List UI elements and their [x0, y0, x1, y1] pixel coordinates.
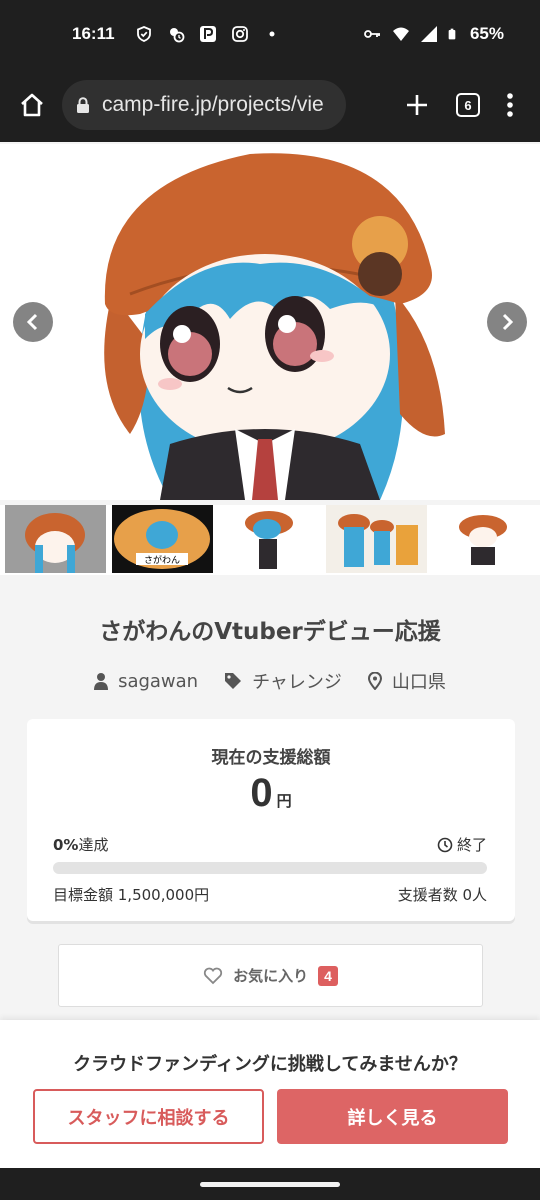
url-text: camp-fire.jp/projects/vie	[102, 93, 324, 116]
clock-icon	[437, 837, 453, 852]
new-tab-icon[interactable]	[404, 92, 430, 118]
thumbnail-5[interactable]	[433, 505, 534, 573]
owner-name: sagawan	[118, 670, 199, 692]
crowdfunding-promo-banner: クラウドファンディングに挑戦してみませんか？ スタッフに相談する 詳しく見る	[0, 1020, 540, 1168]
dot-icon	[269, 31, 275, 37]
funding-progress-bar	[53, 862, 487, 874]
lock-icon	[77, 97, 89, 113]
tab-switcher-button[interactable]: 6	[456, 93, 480, 117]
thumbnail-2[interactable]: さがわん	[112, 505, 213, 573]
more-menu-icon[interactable]	[506, 92, 514, 118]
project-title: さがわんのVtuberデビュー応援	[99, 619, 441, 645]
favorite-label: お気に入り	[233, 967, 309, 985]
wifi-icon	[392, 27, 409, 41]
funding-summary-card: 現在の支援総額 0円 0%達成 終了 目標金額 1,500,000円 支援者数 …	[27, 719, 515, 921]
achievement-percent: 0%	[53, 836, 79, 854]
key-icon	[364, 30, 380, 38]
project-main-image[interactable]	[0, 144, 540, 500]
status-time: 16:11	[72, 24, 115, 43]
home-icon	[21, 93, 43, 117]
achievement-label: 達成	[78, 836, 109, 854]
home-button[interactable]	[12, 85, 52, 125]
svg-text:さがわん: さがわん	[144, 554, 180, 566]
funding-amount: 0円	[27, 771, 515, 816]
project-status: 終了	[437, 834, 487, 855]
thumbnail-3[interactable]	[219, 505, 320, 573]
carousel-prev-button[interactable]	[13, 302, 53, 342]
goal-row: 目標金額 1,500,000円 支援者数 0人	[53, 884, 487, 905]
signal-icon	[420, 26, 437, 42]
location-link[interactable]: 山口県	[367, 668, 446, 694]
browser-toolbar: camp-fire.jp/projects/vie 6	[0, 68, 540, 142]
tag-icon	[225, 673, 242, 689]
learn-more-button[interactable]: 詳しく見る	[277, 1089, 508, 1144]
system-nav-bar	[0, 1168, 540, 1200]
consult-staff-button[interactable]: スタッフに相談する	[33, 1089, 264, 1144]
thumbnail-strip: さがわん	[0, 505, 540, 575]
category-name: チャレンジ	[252, 672, 342, 693]
chevron-left-icon	[26, 313, 38, 331]
favorite-count-badge: 4	[318, 965, 338, 986]
funding-amount-value: 0	[250, 771, 273, 815]
status-bar: 16:11 65%	[0, 0, 540, 68]
shield-icon	[136, 26, 151, 42]
weather-icon	[169, 28, 184, 43]
thumbnail-4[interactable]	[326, 505, 427, 573]
user-icon	[94, 673, 109, 690]
project-meta: sagawan チャレンジ 山口県	[0, 668, 540, 694]
location-pin-icon	[367, 672, 382, 690]
category-link[interactable]: チャレンジ	[224, 668, 342, 694]
funding-heading: 現在の支援総額	[211, 748, 331, 768]
gesture-handle[interactable]	[200, 1182, 340, 1187]
chevron-right-icon	[502, 313, 514, 331]
goal-amount: 目標金額 1,500,000円	[53, 886, 210, 904]
battery-level: 65%	[469, 24, 504, 43]
thumbnail-1[interactable]	[5, 505, 106, 573]
heart-icon	[203, 967, 223, 984]
url-field[interactable]: camp-fire.jp/projects/vie	[62, 80, 346, 130]
status-text: 終了	[456, 836, 487, 854]
backer-count: 支援者数 0人	[397, 886, 487, 904]
battery-icon	[448, 28, 456, 40]
character-illustration	[0, 144, 540, 500]
carousel-next-button[interactable]	[487, 302, 527, 342]
favorite-button[interactable]: お気に入り 4	[58, 944, 483, 1007]
owner-link[interactable]: sagawan	[94, 668, 198, 694]
achievement-rate: 0%達成	[53, 834, 108, 855]
parking-app-icon	[199, 26, 216, 42]
instagram-icon	[231, 26, 248, 42]
location-name: 山口県	[391, 672, 446, 693]
funding-amount-unit: 円	[276, 792, 292, 810]
promo-text: クラウドファンディングに挑戦してみませんか？	[73, 1054, 467, 1075]
progress-row: 0%達成 終了	[53, 834, 487, 855]
